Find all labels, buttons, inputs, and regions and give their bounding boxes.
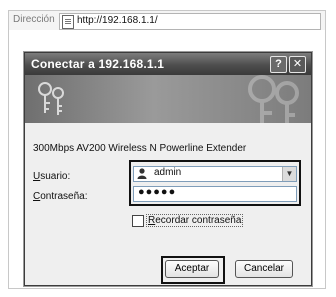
username-label: Usuario: <box>33 171 70 182</box>
user-icon <box>137 168 147 179</box>
password-label: Contraseña: <box>33 191 88 202</box>
password-value: ●●●●● <box>138 186 177 198</box>
dialog-titlebar: Conectar a 192.168.1.1 ? ✕ <box>25 53 311 75</box>
help-icon[interactable]: ? <box>270 56 287 73</box>
username-value: admin <box>154 167 182 178</box>
username-label-text: suario: <box>40 171 71 182</box>
accept-button[interactable]: Aceptar <box>165 260 219 278</box>
cancel-button[interactable]: Cancelar <box>235 260 293 278</box>
address-field[interactable]: http://192.168.1.1/ <box>59 13 321 30</box>
username-combobox[interactable]: admin ▼ <box>133 166 297 182</box>
remember-label-text: ecordar contraseña <box>155 215 242 226</box>
address-url: http://192.168.1.1/ <box>77 15 158 26</box>
keys-icon <box>38 82 64 115</box>
login-dialog: Conectar a 192.168.1.1 ? ✕ 300Mbps AV200… <box>24 52 312 286</box>
product-name: 300Mbps AV200 Wireless N Powerline Exten… <box>33 143 247 154</box>
address-label: Dirección <box>13 14 55 25</box>
page-icon <box>62 15 74 29</box>
address-bar: Dirección http://192.168.1.1/ <box>8 10 326 32</box>
chevron-down-icon[interactable]: ▼ <box>282 167 296 181</box>
close-icon[interactable]: ✕ <box>289 56 306 73</box>
remember-label[interactable]: Recordar contraseña <box>146 214 244 227</box>
remember-checkbox[interactable] <box>132 215 144 227</box>
keys-watermark-icon <box>248 75 299 123</box>
password-label-text: ontraseña: <box>40 191 88 202</box>
dialog-title: Conectar a 192.168.1.1 <box>31 57 165 71</box>
dialog-banner <box>25 75 311 123</box>
password-field[interactable]: ●●●●● <box>133 186 297 202</box>
